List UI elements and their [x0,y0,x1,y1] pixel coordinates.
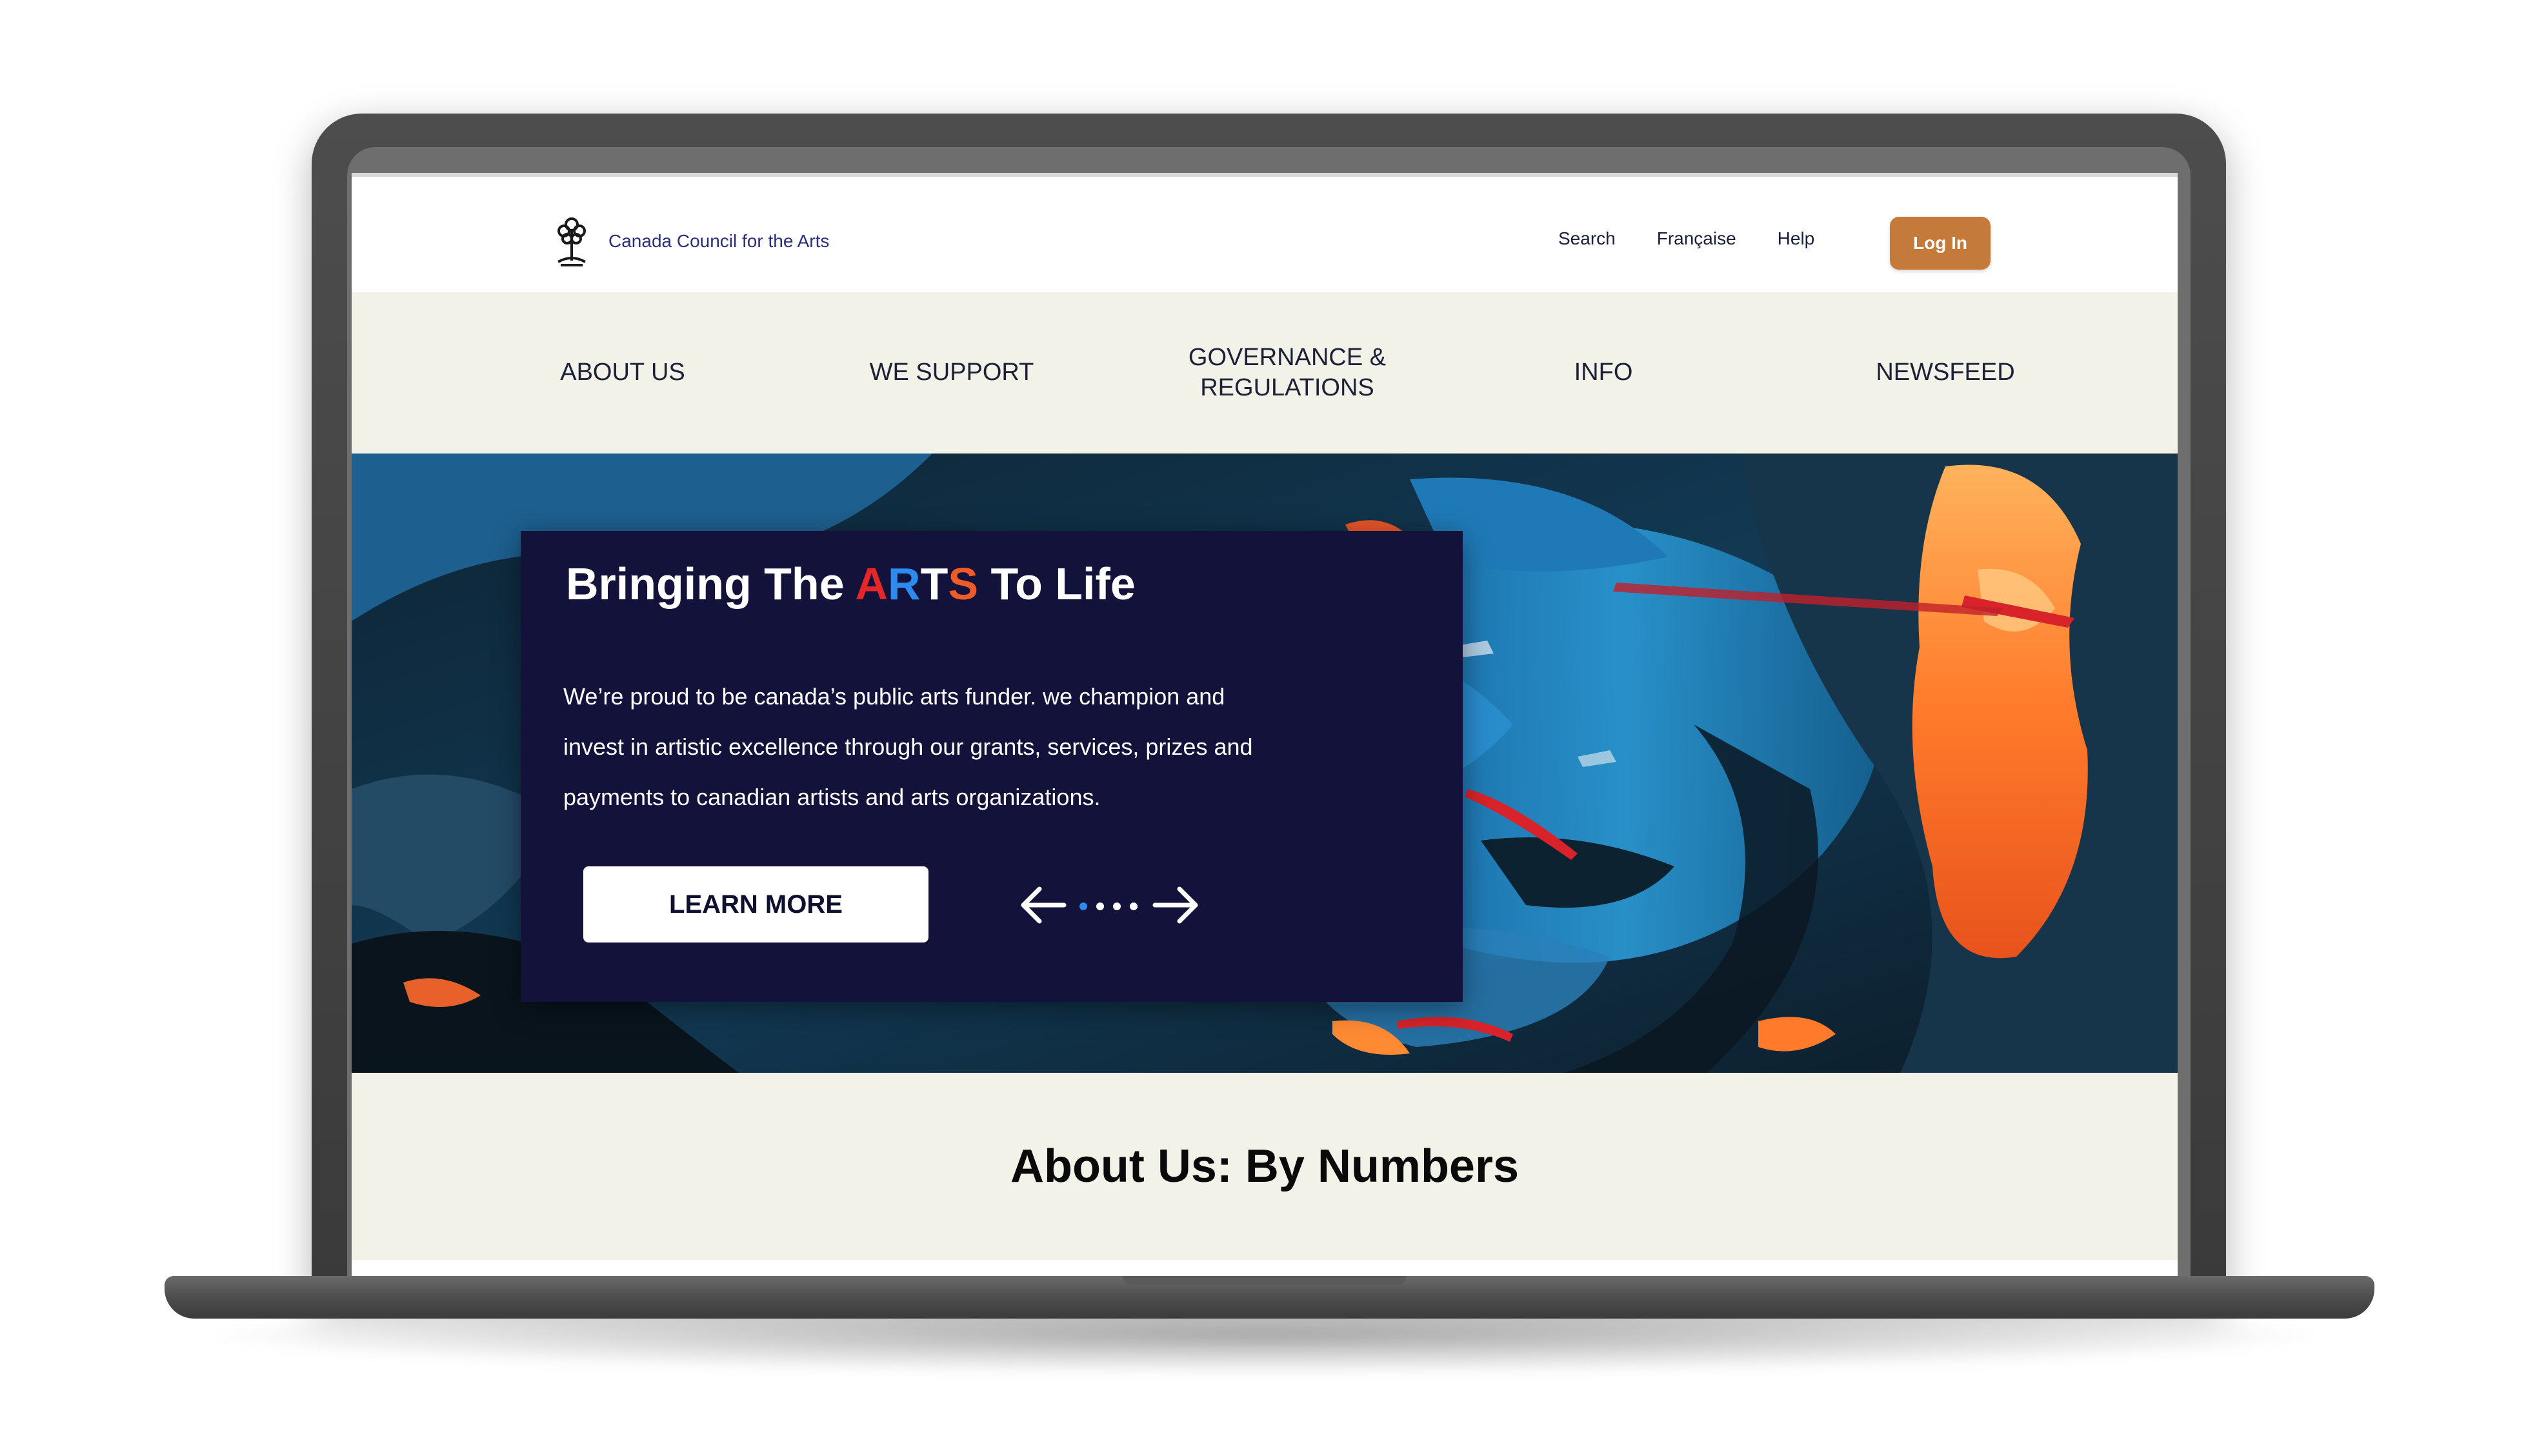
hero-title-letter-t: T [920,559,948,609]
carousel-dot[interactable] [1130,903,1138,910]
carousel-dot[interactable] [1096,903,1104,910]
brand-name: Canada Council for the Arts [608,231,830,251]
nav-item-label-line1: GOVERNANCE & [1188,343,1387,371]
nav-item-about-us[interactable]: ABOUT US [507,292,739,454]
login-button[interactable]: Log In [1890,217,1991,270]
nav-item-label-line2: REGULATIONS [1200,374,1374,401]
utility-links: Search Française Help [1558,228,1814,249]
hero-title-before: Bringing The [566,559,856,609]
hero-banner: Bringing The ARTS To Life We’re proud to… [352,454,2178,1073]
carousel-controls [1018,883,1205,928]
numbers-section: About Us: By Numbers [352,1073,2178,1260]
laptop-base-notch [1123,1276,1407,1285]
numbers-title: About Us: By Numbers [1010,1141,1520,1192]
hero-title-after: To Life [978,559,1136,609]
brand[interactable]: Canada Council for the Arts [552,215,829,267]
language-link[interactable]: Française [1657,228,1736,249]
laptop-screen: Canada Council for the Arts Search Franç… [352,173,2178,1276]
nav-item-newsfeed[interactable]: NEWSFEED [1836,292,2055,454]
tree-icon [557,217,586,266]
carousel-dot[interactable] [1113,903,1121,910]
nav-item-label: WE SUPPORT [869,359,1034,386]
hero-card: Bringing The ARTS To Life We’re proud to… [521,531,1463,1002]
site-header: Canada Council for the Arts Search Franç… [352,173,2178,292]
nav-item-label: INFO [1574,359,1633,386]
main-nav: ABOUT US WE SUPPORT GOVERNANCE & REGULAT… [352,292,2178,454]
nav-item-governance[interactable]: GOVERNANCE & REGULATIONS [1158,292,1416,454]
hero-title-letter-s: S [948,559,979,609]
carousel-dot[interactable] [1079,903,1087,910]
hero-description: We’re proud to be canada’s public arts f… [563,683,1253,810]
arrow-right-icon[interactable] [1150,883,1201,928]
hero-title: Bringing The ARTS To Life [566,558,1136,610]
help-link[interactable]: Help [1778,228,1815,249]
learn-more-button[interactable]: LEARN MORE [583,866,928,942]
nav-item-label: ABOUT US [560,359,685,386]
nav-item-we-support[interactable]: WE SUPPORT [829,292,1074,454]
nav-item-info[interactable]: INFO [1526,292,1681,454]
arrow-left-icon[interactable] [1018,883,1069,928]
nav-item-label: NEWSFEED [1876,359,2015,386]
search-link[interactable]: Search [1558,228,1616,249]
hero-title-letter-a: A [855,559,888,609]
hero-title-letter-r: R [888,559,921,609]
